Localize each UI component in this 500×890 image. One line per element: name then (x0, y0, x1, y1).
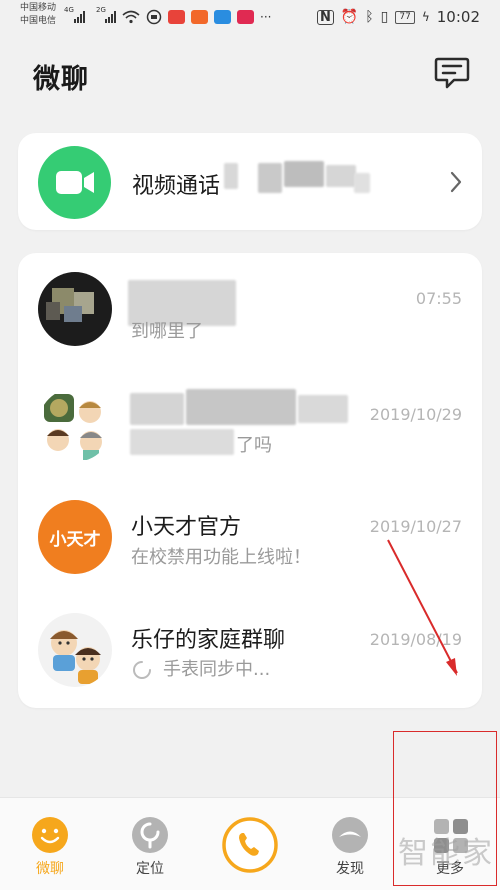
watermark: 智能家 (398, 836, 494, 871)
